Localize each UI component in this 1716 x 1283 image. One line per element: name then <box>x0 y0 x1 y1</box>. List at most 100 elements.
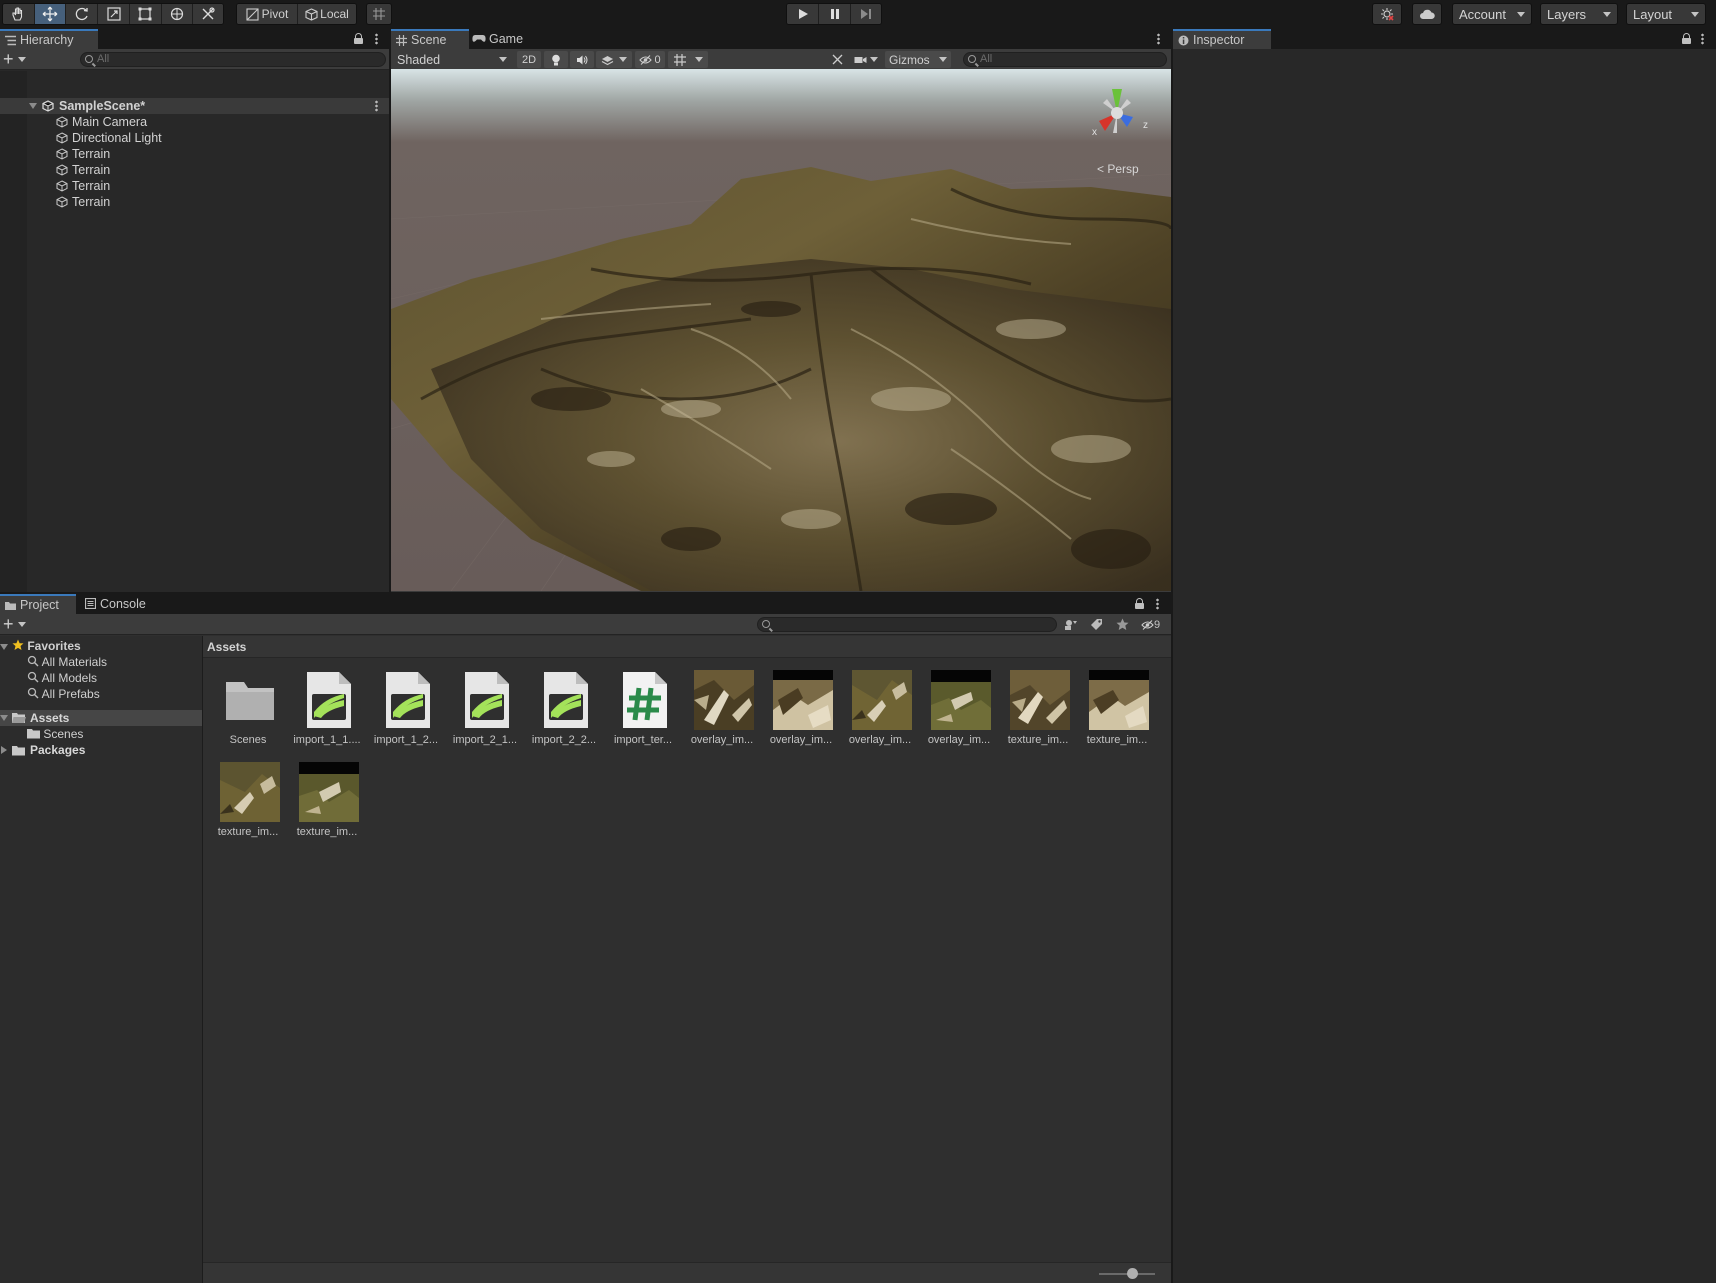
toggle-2d-button[interactable]: 2D <box>517 51 541 68</box>
layout-label: Layout <box>1633 6 1673 22</box>
kebab-menu-icon[interactable] <box>375 33 378 45</box>
scene-tabbar: Scene Game <box>391 29 1171 49</box>
asset-item[interactable]: overlay_im... <box>920 664 998 754</box>
pause-button[interactable] <box>819 4 851 24</box>
hidden-count: 0 <box>654 53 661 66</box>
scene-visibility-toggle[interactable]: 0 <box>635 51 665 68</box>
lock-icon[interactable] <box>1682 33 1691 44</box>
pause-icon <box>830 9 839 19</box>
tab-inspector[interactable]: Inspector <box>1173 29 1271 49</box>
search-by-type-icon[interactable] <box>1064 618 1078 631</box>
fold-down-icon[interactable] <box>0 644 8 650</box>
project-search-input[interactable] <box>757 617 1057 632</box>
kebab-menu-icon[interactable] <box>1701 33 1704 45</box>
favorites-header[interactable]: Favorites <box>12 638 81 654</box>
layers-dropdown[interactable]: Layers <box>1540 3 1618 25</box>
zoom-slider-handle[interactable] <box>1127 1268 1138 1279</box>
fold-down-icon[interactable] <box>29 103 37 109</box>
collab-button[interactable] <box>1373 4 1401 24</box>
transform-tool-button[interactable] <box>161 4 194 24</box>
projection-toggle[interactable]: < Persp <box>1097 162 1139 176</box>
fold-down-icon[interactable] <box>0 715 8 721</box>
tab-scene[interactable]: Scene <box>391 29 469 49</box>
scene-viewport[interactable]: x z < Persp <box>391 69 1171 591</box>
scene-tools-button[interactable] <box>826 51 848 68</box>
tab-game[interactable]: Game <box>469 29 535 49</box>
asset-item[interactable]: import_2_1... <box>446 664 524 754</box>
asset-item[interactable]: Scenes <box>209 664 287 754</box>
chevron-down-icon[interactable] <box>18 622 26 627</box>
hand-tool-button[interactable] <box>3 4 35 24</box>
pivot-toggle-button[interactable]: Pivot <box>237 4 298 24</box>
move-tool-button[interactable] <box>34 4 67 24</box>
asset-item[interactable]: overlay_im... <box>762 664 840 754</box>
account-dropdown[interactable]: Account <box>1452 3 1532 25</box>
asset-item[interactable]: texture_im... <box>999 664 1077 754</box>
hierarchy-item-terrain[interactable]: Terrain <box>0 162 389 178</box>
asset-item[interactable]: import_2_2... <box>525 664 603 754</box>
asset-name: overlay_im... <box>769 734 833 746</box>
asset-item[interactable]: texture_im... <box>1078 664 1156 754</box>
asset-item[interactable]: import_ter... <box>604 664 682 754</box>
lock-icon[interactable] <box>1135 598 1144 609</box>
layout-dropdown[interactable]: Layout <box>1626 3 1706 25</box>
favorite-item-all-materials[interactable]: All Materials <box>27 654 107 670</box>
kebab-menu-icon[interactable] <box>375 100 378 112</box>
tab-console[interactable]: Console <box>80 594 160 614</box>
terrain-render <box>391 69 1171 591</box>
favorites-label: Favorites <box>27 639 81 653</box>
hierarchy-item-directional-light[interactable]: Directional Light <box>0 130 389 146</box>
kebab-menu-icon[interactable] <box>1156 598 1159 610</box>
asset-item[interactable]: import_1_2... <box>367 664 445 754</box>
favorite-item-all-prefabs[interactable]: All Prefabs <box>27 686 100 702</box>
hierarchy-item-terrain[interactable]: Terrain <box>0 146 389 162</box>
play-button[interactable] <box>787 4 819 24</box>
packages-folder-row[interactable]: Packages <box>0 742 202 758</box>
assets-folder-row[interactable]: Assets <box>0 710 202 726</box>
hidden-packages-toggle[interactable]: 9 <box>1141 617 1160 632</box>
scene-search-input[interactable]: All <box>963 52 1167 67</box>
asset-item[interactable]: import_1_1.... <box>288 664 366 754</box>
create-plus-icon[interactable]: + <box>3 50 14 68</box>
orientation-gizmo[interactable]: x z <box>1077 79 1157 151</box>
kebab-menu-icon[interactable] <box>1157 33 1160 45</box>
step-button[interactable] <box>851 4 881 24</box>
favorite-item-all-models[interactable]: All Models <box>27 670 97 686</box>
scene-audio-toggle[interactable] <box>570 51 594 68</box>
lock-icon[interactable] <box>354 33 363 44</box>
cloud-button[interactable] <box>1413 4 1441 24</box>
asset-item[interactable]: texture_im... <box>209 756 287 846</box>
asset-item[interactable]: overlay_im... <box>841 664 919 754</box>
services-error-icon <box>1381 8 1394 21</box>
grid-snapping-button[interactable] <box>367 4 391 24</box>
custom-tools-button[interactable] <box>193 4 223 24</box>
hierarchy-item-terrain[interactable]: Terrain <box>0 194 389 210</box>
scene-camera-dropdown[interactable] <box>851 51 881 68</box>
create-plus-icon[interactable]: + <box>3 615 14 633</box>
rect-tool-button[interactable] <box>129 4 162 24</box>
asset-item[interactable]: texture_im... <box>288 756 366 846</box>
tools-icon <box>832 54 842 65</box>
scene-fx-dropdown[interactable] <box>596 51 632 68</box>
rotate-tool-button[interactable] <box>66 4 99 24</box>
breadcrumb-assets[interactable]: Assets <box>207 640 246 654</box>
asset-item[interactable]: overlay_im... <box>683 664 761 754</box>
scale-tool-button[interactable] <box>98 4 130 24</box>
grid-visibility-dropdown[interactable] <box>668 51 708 68</box>
tab-hierarchy[interactable]: Hierarchy <box>0 29 98 49</box>
chevron-down-icon[interactable] <box>18 57 26 62</box>
gizmos-dropdown[interactable]: Gizmos <box>885 51 951 68</box>
local-toggle-button[interactable]: Local <box>297 4 356 24</box>
effects-layers-icon <box>601 55 614 65</box>
hierarchy-item-main-camera[interactable]: Main Camera <box>0 114 389 130</box>
shading-mode-dropdown[interactable]: Shaded <box>393 51 511 68</box>
favorite-star-icon[interactable] <box>1116 618 1129 631</box>
folder-item-scenes[interactable]: Scenes <box>27 726 83 742</box>
tab-project[interactable]: Project <box>0 594 76 614</box>
fold-right-icon[interactable] <box>1 746 7 754</box>
hierarchy-search-input[interactable]: All <box>80 52 386 67</box>
scene-lighting-toggle[interactable] <box>544 51 568 68</box>
hierarchy-item-terrain[interactable]: Terrain <box>0 178 389 194</box>
scene-row[interactable]: SampleScene* <box>0 98 389 114</box>
label-tag-icon[interactable] <box>1090 618 1103 631</box>
